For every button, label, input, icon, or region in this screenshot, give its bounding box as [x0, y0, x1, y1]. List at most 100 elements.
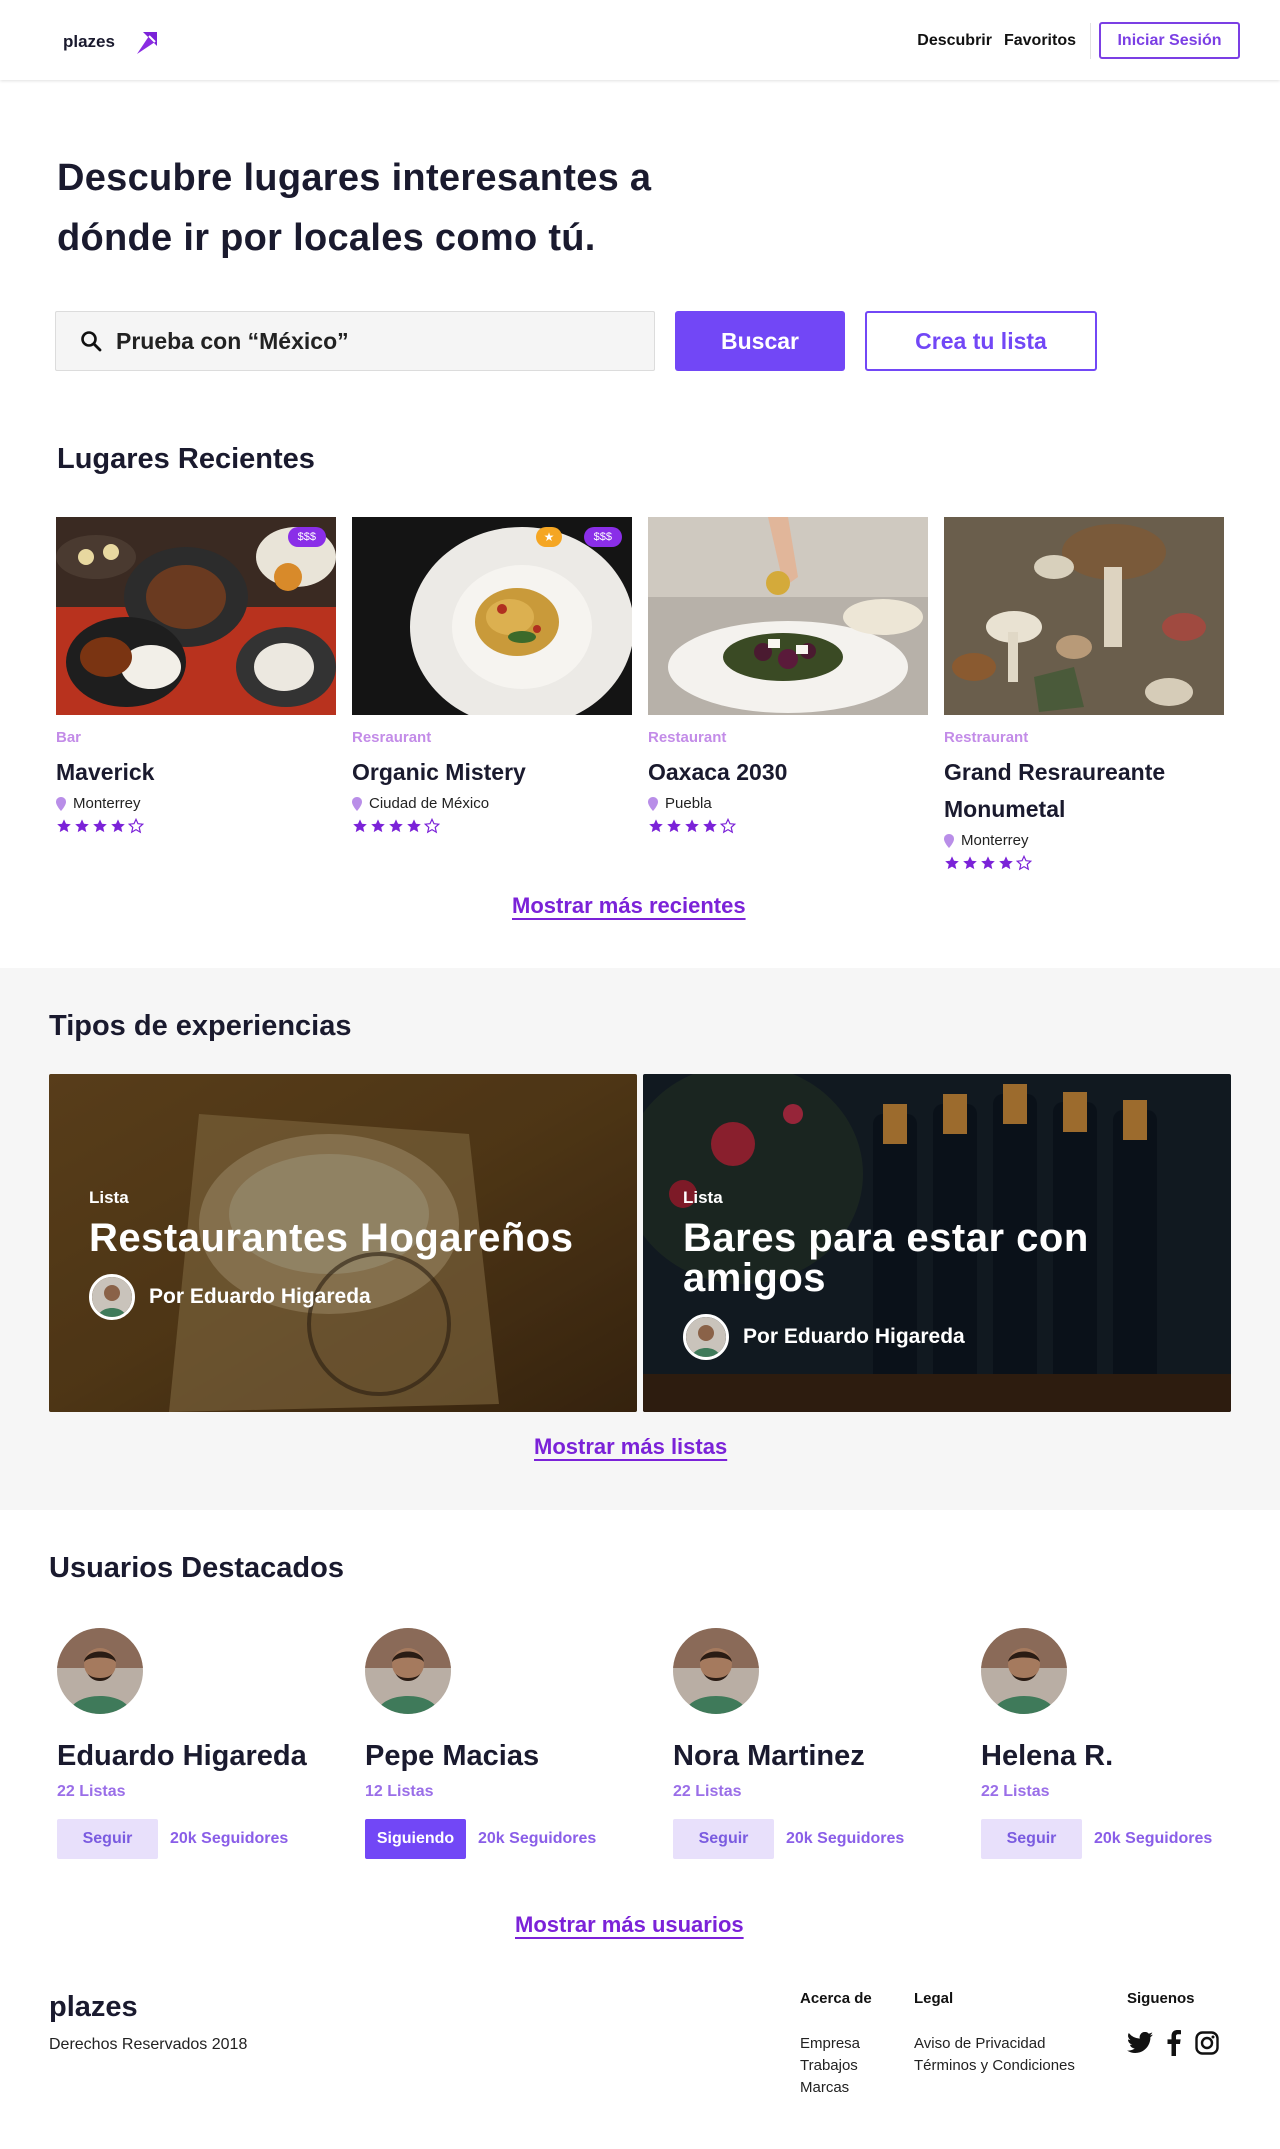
place-location: Puebla: [648, 795, 928, 812]
user-name[interactable]: Pepe Macias: [365, 1740, 665, 1773]
footer-col-title: Siguenos: [1127, 1990, 1195, 2007]
experience-author: Por Eduardo Higareda: [683, 1314, 965, 1360]
footer-link-empresa[interactable]: Empresa: [800, 2033, 872, 2055]
location-pin-icon: [56, 796, 66, 811]
follow-button[interactable]: Seguir: [673, 1819, 774, 1859]
facebook-icon[interactable]: [1167, 2030, 1181, 2056]
star-filled-icon: [370, 818, 386, 839]
place-name: Maverick: [56, 759, 155, 785]
login-button[interactable]: Iniciar Sesión: [1099, 22, 1240, 59]
twitter-icon[interactable]: [1127, 2032, 1153, 2054]
author-name: Por Eduardo Higareda: [743, 1325, 965, 1348]
location-text: Monterrey: [73, 795, 141, 812]
place-card-grand-resraureante[interactable]: Restraurant Grand Resraureante Monumetal…: [944, 517, 1224, 876]
place-card-oaxaca-2030[interactable]: Restaurant Oaxaca 2030 Puebla: [648, 517, 928, 839]
logo[interactable]: plazes: [63, 26, 163, 58]
location-text: Ciudad de México: [369, 795, 490, 812]
star-filled-icon: [666, 818, 682, 839]
star-empty-icon: [719, 817, 737, 839]
location-text: Monterrey: [961, 832, 1029, 849]
star-empty-icon: [1015, 854, 1033, 876]
user-lists-count[interactable]: 22 Listas: [57, 1783, 357, 1801]
featured-star-icon: ★: [536, 527, 562, 547]
avatar[interactable]: [57, 1628, 143, 1714]
social-links: [1127, 2030, 1233, 2056]
search-placeholder: Prueba con “México”: [116, 327, 349, 354]
star-filled-icon: [388, 818, 404, 839]
users-section-title: Usuarios Destacados: [49, 1552, 344, 1584]
footer-link-trabajos[interactable]: Trabajos: [800, 2055, 872, 2077]
price-badge: $$$: [583, 527, 622, 547]
footer-link-terminos[interactable]: Términos y Condiciones: [914, 2055, 1075, 2077]
user-name[interactable]: Helena R.: [981, 1740, 1280, 1773]
location-text: Puebla: [665, 795, 712, 812]
experience-tag: Lista: [683, 1188, 723, 1207]
location-pin-icon: [944, 833, 954, 848]
author-avatar: [683, 1314, 729, 1360]
followers-count: 20k Seguidores: [786, 1830, 905, 1847]
logo-pin-icon: [136, 32, 157, 54]
star-empty-icon: [423, 817, 441, 839]
user-card: Nora Martinez 22 Listas Seguir 20k Seguidor…: [673, 1628, 973, 1859]
place-category: Restaurant: [648, 729, 727, 746]
search-icon: [81, 331, 102, 352]
place-name: Oaxaca 2030: [648, 759, 788, 785]
footer-link-marcas[interactable]: Marcas: [800, 2077, 872, 2099]
experience-card-restaurantes[interactable]: Lista Restaurantes Hogareños Por Eduardo…: [49, 1074, 637, 1412]
avatar[interactable]: [365, 1628, 451, 1714]
rating-stars: [352, 817, 632, 839]
avatar[interactable]: [981, 1628, 1067, 1714]
main-nav: Descubrir Favoritos Iniciar Sesión: [917, 22, 1240, 59]
user-card: Helena R. 22 Listas Seguir 20k Seguidores: [981, 1628, 1280, 1859]
search-input[interactable]: Prueba con “México”: [55, 311, 655, 371]
experience-card-bares[interactable]: Lista Bares para estar con amigos Por Ed…: [643, 1074, 1231, 1412]
star-filled-icon: [702, 818, 718, 839]
user-lists-count[interactable]: 22 Listas: [981, 1783, 1280, 1801]
nav-favoritos[interactable]: Favoritos: [1004, 32, 1076, 50]
user-name[interactable]: Eduardo Higareda: [57, 1740, 357, 1773]
user-actions: Seguir 20k Seguidores: [673, 1819, 973, 1859]
recent-section-title: Lugares Recientes: [57, 443, 315, 475]
place-location: Monterrey: [944, 832, 1224, 849]
place-image: $$$: [56, 517, 336, 715]
star-filled-icon: [56, 818, 72, 839]
footer-col-siguenos: Siguenos: [1127, 1990, 1195, 2033]
star-filled-icon: [980, 855, 996, 876]
star-filled-icon: [110, 818, 126, 839]
star-filled-icon: [406, 818, 422, 839]
search-button[interactable]: Buscar: [675, 311, 845, 371]
instagram-icon[interactable]: [1195, 2031, 1219, 2055]
more-lists-link[interactable]: Mostrar más listas: [534, 1434, 727, 1460]
follow-button[interactable]: Siguiendo: [365, 1819, 466, 1859]
star-filled-icon: [944, 855, 960, 876]
rating-stars: [944, 854, 1224, 876]
nav-descubrir[interactable]: Descubrir: [917, 32, 992, 50]
price-badge: $$$: [287, 527, 326, 547]
place-card-maverick[interactable]: $$$ Bar Maverick Monterrey: [56, 517, 336, 839]
footer-logo[interactable]: plazes: [49, 1991, 138, 2024]
footer-link-privacidad[interactable]: Aviso de Privacidad: [914, 2033, 1075, 2055]
place-card-organic-mistery[interactable]: ★ $$$ Resraurant Organic Mistery Ciudad …: [352, 517, 632, 839]
location-pin-icon: [352, 796, 362, 811]
footer-col-title: Legal: [914, 1990, 954, 2007]
user-name[interactable]: Nora Martinez: [673, 1740, 973, 1773]
follow-button[interactable]: Seguir: [981, 1819, 1082, 1859]
footer-col-title: Acerca de: [800, 1990, 872, 2007]
user-lists-count[interactable]: 12 Listas: [365, 1783, 665, 1801]
user-actions: Seguir 20k Seguidores: [57, 1819, 357, 1859]
more-recent-link[interactable]: Mostrar más recientes: [512, 893, 746, 919]
user-lists-count[interactable]: 22 Listas: [673, 1783, 973, 1801]
create-list-button[interactable]: Crea tu lista: [865, 311, 1097, 371]
place-image: ★ $$$: [352, 517, 632, 715]
experience-title: Restaurantes Hogareños: [89, 1216, 574, 1260]
hero-title: Descubre lugares interesantes a dónde ir…: [57, 157, 652, 259]
star-filled-icon: [352, 818, 368, 839]
follow-button[interactable]: Seguir: [57, 1819, 158, 1859]
experiences-section-title: Tipos de experiencias: [49, 1010, 352, 1042]
star-filled-icon: [92, 818, 108, 839]
place-name: Grand Resraureante Monumetal: [944, 759, 1166, 822]
author-avatar: [89, 1274, 135, 1320]
more-users-link[interactable]: Mostrar más usuarios: [515, 1912, 744, 1938]
avatar[interactable]: [673, 1628, 759, 1714]
place-location: Ciudad de México: [352, 795, 632, 812]
